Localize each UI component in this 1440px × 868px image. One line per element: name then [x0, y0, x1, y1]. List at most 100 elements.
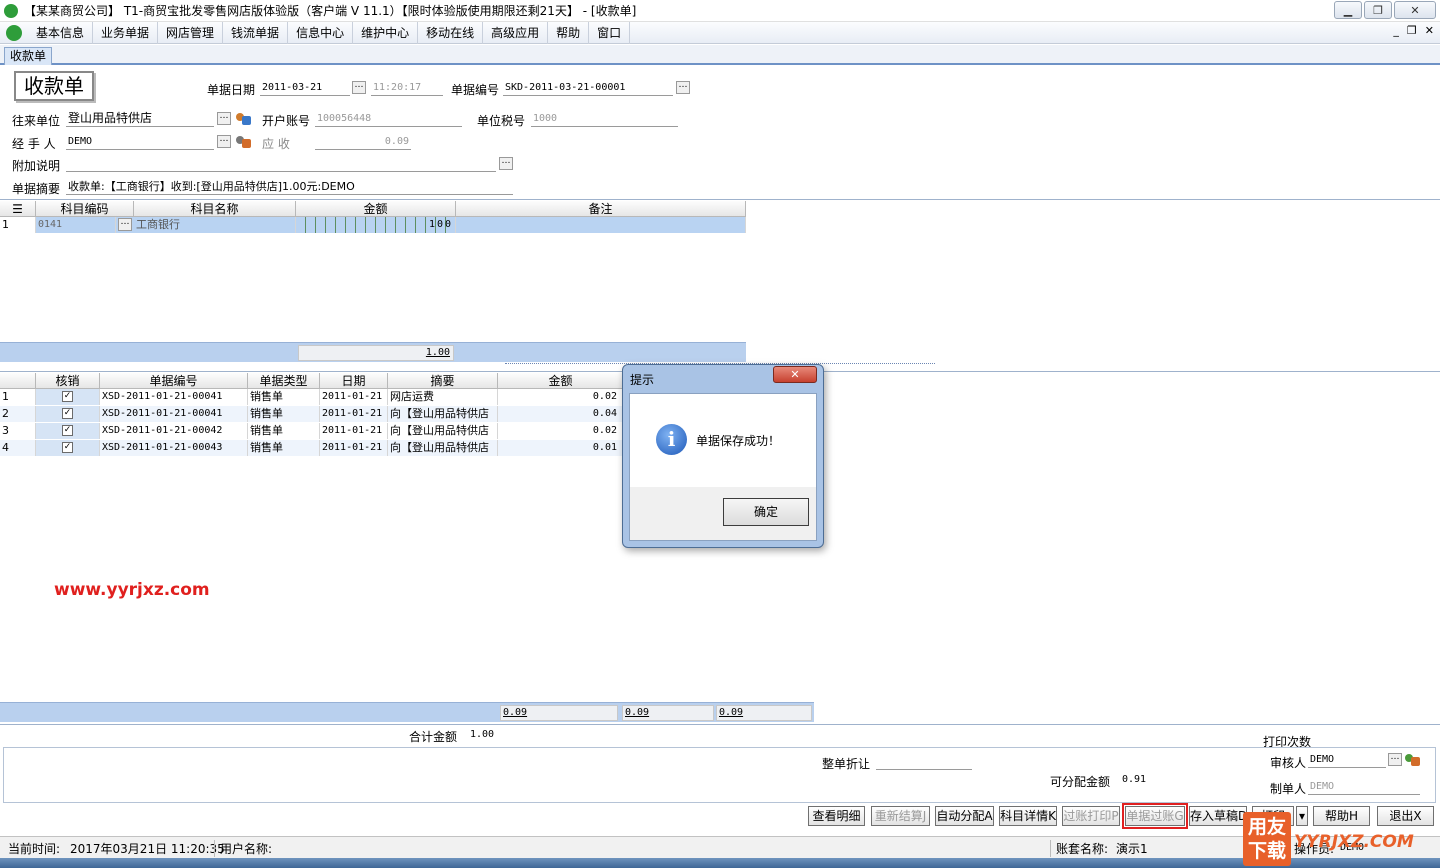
status-bar: 当前时间: 2017年03月21日 11:20:35 用户名称: 账套名称: 演… [0, 836, 1440, 858]
partner-label: 往来单位 [12, 114, 61, 128]
view-detail-button[interactable]: 查看明细 [808, 806, 865, 826]
menu-window[interactable]: 窗口 [589, 21, 631, 44]
handler-lookup-icon[interactable] [235, 134, 251, 149]
verify-checkbox[interactable]: ✓ [62, 442, 73, 453]
receivable-field: 0.09 [315, 134, 411, 150]
col-amount2[interactable]: 金额 [498, 373, 624, 389]
handler-field[interactable]: DEMO [66, 134, 214, 150]
account-grid: ☰ 科目编码 科目名称 金额 备注 1 0141 … 工商银行 100 1.00 [0, 199, 1440, 362]
remark-cell[interactable] [456, 217, 746, 233]
number-label: 单据编号 [451, 83, 500, 97]
mdi-close-button[interactable]: ✕ [1425, 24, 1434, 37]
post-print-button[interactable]: 过账打印P [1062, 806, 1120, 826]
maximize-button[interactable]: ❐ [1364, 1, 1392, 19]
mdi-restore-button[interactable]: ❐ [1407, 24, 1417, 37]
partner-lookup-icon[interactable] [235, 111, 251, 126]
menu-info-center[interactable]: 信息中心 [288, 21, 354, 44]
auditor-lookup-icon[interactable] [1404, 752, 1420, 767]
date-field[interactable]: 2011-03-21 [260, 80, 350, 96]
verify-checkbox[interactable]: ✓ [62, 391, 73, 402]
website-watermark: www.yyrjxz.com [54, 580, 210, 600]
time-field[interactable]: 11:20:17 [371, 80, 443, 96]
maker-field: DEMO [1308, 779, 1420, 795]
invoice-total-1: 0.09 [500, 705, 618, 721]
tab-receipt[interactable]: 收款单 [4, 47, 53, 65]
total-amount-value: 1.00 [470, 729, 495, 740]
tax-field[interactable]: 1000 [531, 111, 678, 127]
col-date[interactable]: 日期 [320, 373, 388, 389]
subject-picker-button[interactable]: … [118, 218, 132, 231]
auto-allocate-button[interactable]: 自动分配A [935, 806, 994, 826]
verify-checkbox[interactable]: ✓ [62, 408, 73, 419]
table-row[interactable]: 2 ✓ XSD-2011-01-21-00041 销售单 2011-01-21 … [0, 406, 624, 422]
amount-cell[interactable]: 100 [296, 217, 456, 233]
date-picker-button[interactable]: … [352, 81, 366, 94]
exit-button[interactable]: 退出X [1377, 806, 1434, 826]
bottom-inner-panel: 整单折让 可分配金额 0.91 审核人 DEMO … 制单人 DEMO [3, 747, 1436, 803]
menu-business-docs[interactable]: 业务单据 [93, 21, 159, 44]
window-controls: ▁ ❐ ✕ [1334, 1, 1436, 19]
col-doc-type[interactable]: 单据类型 [248, 373, 320, 389]
menu-advanced[interactable]: 高级应用 [483, 21, 549, 44]
site-logo-text: YYRJXZ.COM [1294, 832, 1414, 852]
auditor-picker-button[interactable]: … [1388, 753, 1402, 766]
print-dropdown-icon[interactable]: ▾ [1296, 806, 1308, 826]
save-success-dialog: 提示 ✕ i 单据保存成功！ 确定 [622, 364, 824, 548]
note-picker-button[interactable]: … [499, 157, 513, 170]
verify-checkbox[interactable]: ✓ [62, 425, 73, 436]
recalc-button[interactable]: 重新结算J [871, 806, 930, 826]
menu-basic-info[interactable]: 基本信息 [28, 21, 94, 44]
note-field[interactable] [66, 156, 496, 172]
dialog-ok-button[interactable]: 确定 [723, 498, 809, 526]
close-window-button[interactable]: ✕ [1394, 1, 1436, 19]
account-total: 1.00 [298, 345, 454, 361]
date-label: 单据日期 [207, 83, 256, 97]
menu-mobile[interactable]: 移动在线 [418, 21, 484, 44]
dialog-title: 提示 [630, 373, 655, 387]
save-draft-button[interactable]: 存入草稿D [1189, 806, 1247, 826]
app-logo-icon [4, 3, 18, 18]
number-picker-button[interactable]: … [676, 81, 690, 94]
account-grid-header: ☰ 科目编码 科目名称 金额 备注 [0, 201, 746, 217]
mdi-minimize-button[interactable]: _ [1393, 24, 1399, 37]
subject-detail-button[interactable]: 科目详情K [999, 806, 1057, 826]
menu-cash-docs[interactable]: 钱流单据 [223, 21, 289, 44]
auditor-field[interactable]: DEMO [1308, 752, 1386, 768]
partner-picker-button[interactable]: … [217, 112, 231, 125]
table-row[interactable]: 1 ✓ XSD-2011-01-21-00041 销售单 2011-01-21 … [0, 389, 624, 405]
document-title: 收款单 [14, 71, 94, 101]
status-set-label: 账套名称: [1050, 840, 1108, 857]
table-row[interactable]: 1 0141 … 工商银行 100 [0, 217, 746, 233]
minimize-button[interactable]: ▁ [1334, 1, 1362, 19]
discount-field[interactable] [876, 754, 972, 770]
number-field[interactable]: SKD-2011-03-21-00001 [503, 80, 673, 96]
summary-field[interactable]: 收款单:【工商银行】收到:[登山用品特供店]1.00元:DEMO [66, 179, 513, 195]
menu-help[interactable]: 帮助 [548, 21, 590, 44]
dialog-close-button[interactable]: ✕ [773, 366, 817, 383]
col-doc-number[interactable]: 单据编号 [100, 373, 248, 389]
menu-logo-icon [6, 24, 22, 41]
account-field[interactable]: 100056448 [315, 111, 462, 127]
help-button[interactable]: 帮助H [1313, 806, 1370, 826]
post-document-button[interactable]: 单据过账G [1122, 803, 1188, 829]
col-subject-code[interactable]: 科目编码 [36, 201, 134, 217]
mdi-controls: _ ❐ ✕ [1393, 24, 1434, 37]
handler-picker-button[interactable]: … [217, 135, 231, 148]
col-subject-name[interactable]: 科目名称 [134, 201, 296, 217]
table-row[interactable]: 3 ✓ XSD-2011-01-21-00042 销售单 2011-01-21 … [0, 423, 624, 439]
distributable-label: 可分配金额 [1050, 775, 1111, 789]
table-row[interactable]: 4 ✓ XSD-2011-01-21-00043 销售单 2011-01-21 … [0, 440, 624, 456]
status-set-value: 演示1 [1116, 842, 1148, 856]
account-grid-total-bar: 1.00 [0, 342, 746, 362]
col-summary[interactable]: 摘要 [388, 373, 498, 389]
partner-field[interactable]: 登山用品特供店 [66, 111, 214, 127]
col-amount[interactable]: 金额 [296, 201, 456, 217]
menu-maintenance[interactable]: 维护中心 [353, 21, 419, 44]
dialog-message-area: i 单据保存成功！ [630, 394, 816, 487]
col-remark[interactable]: 备注 [456, 201, 746, 217]
grid-row-selector-icon[interactable]: ☰ [0, 201, 36, 217]
col-verify[interactable]: 核销 [36, 373, 100, 389]
account-label: 开户账号 [262, 114, 311, 128]
auditor-label: 审核人 [1270, 756, 1307, 770]
menu-online-store[interactable]: 网店管理 [158, 21, 224, 44]
